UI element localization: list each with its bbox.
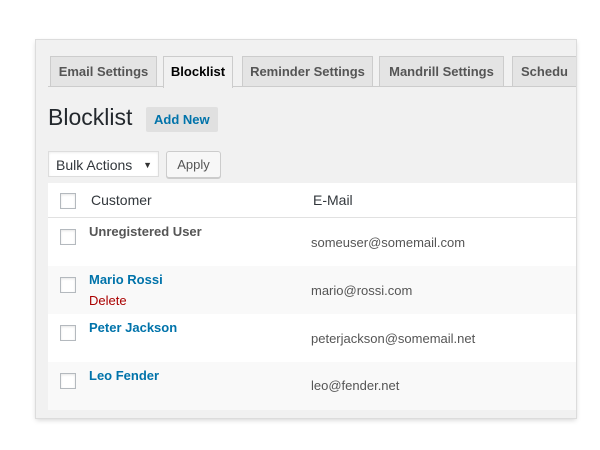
tab-bar-divider	[48, 86, 576, 87]
customer-name-link[interactable]: Leo Fender	[89, 368, 159, 383]
blocklist-table: Customer E-Mail Unregistered User someus…	[48, 183, 576, 410]
tab-schedule[interactable]: Schedu	[512, 56, 576, 86]
table-row: Peter Jackson peterjackson@somemail.net	[48, 314, 576, 362]
table-header: Customer E-Mail	[48, 183, 576, 218]
tab-reminder-settings[interactable]: Reminder Settings	[242, 56, 373, 86]
row-checkbox[interactable]	[60, 325, 76, 341]
tab-email-settings[interactable]: Email Settings	[50, 56, 157, 86]
customer-email: someuser@somemail.com	[311, 235, 466, 250]
delete-link[interactable]: Delete	[89, 293, 127, 308]
page-title: Blocklist	[48, 104, 133, 130]
customer-name-link[interactable]: Peter Jackson	[89, 320, 177, 335]
column-header-customer[interactable]: Customer	[91, 192, 152, 208]
apply-button[interactable]: Apply	[166, 151, 221, 178]
customer-name: Unregistered User	[89, 224, 202, 239]
customer-email: peterjackson@somemail.net	[311, 331, 476, 346]
select-all-checkbox[interactable]	[60, 193, 76, 209]
table-row: Leo Fender leo@fender.net	[48, 362, 576, 410]
customer-email: mario@rossi.com	[311, 283, 413, 298]
row-checkbox[interactable]	[60, 373, 76, 389]
settings-panel: Email Settings Blocklist Reminder Settin…	[36, 40, 576, 418]
tab-bar: Email Settings Blocklist Reminder Settin…	[36, 40, 576, 88]
customer-name-link[interactable]: Mario Rossi	[89, 272, 163, 287]
dropdown-arrow-icon: ▼	[143, 160, 152, 170]
customer-email: leo@fender.net	[311, 378, 400, 393]
tab-blocklist[interactable]: Blocklist	[163, 56, 233, 88]
table-row: Mario Rossi Delete mario@rossi.com	[48, 266, 576, 314]
tab-mandrill-settings[interactable]: Mandrill Settings	[379, 56, 504, 86]
table-row: Unregistered User someuser@somemail.com	[48, 218, 576, 266]
add-new-button[interactable]: Add New	[146, 107, 218, 132]
row-checkbox[interactable]	[60, 277, 76, 293]
column-header-email[interactable]: E-Mail	[313, 192, 353, 208]
bulk-actions-selected: Bulk Actions	[56, 157, 133, 173]
bulk-actions-select[interactable]: Bulk Actions ▼	[48, 151, 159, 177]
row-checkbox[interactable]	[60, 229, 76, 245]
